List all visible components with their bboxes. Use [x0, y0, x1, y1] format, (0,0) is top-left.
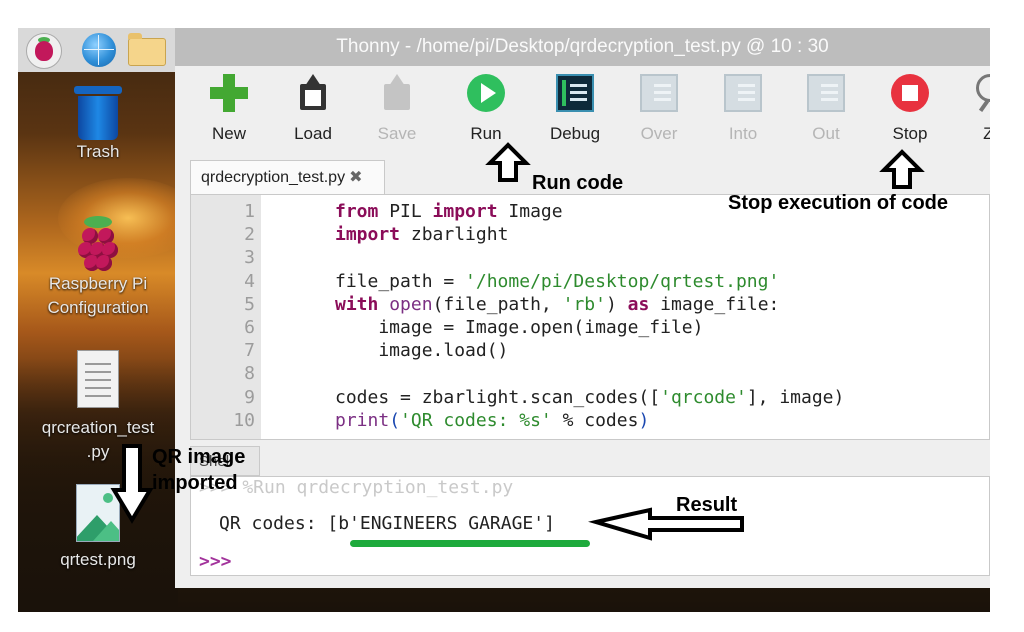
- run-arrow-icon: [485, 142, 531, 182]
- result-annotation: Result: [676, 494, 738, 516]
- qr-image-annotation-line2: imported: [152, 472, 238, 494]
- annotation-overlay: [110, 142, 925, 541]
- run-code-annotation: Run code: [532, 172, 624, 194]
- result-highlight-underline: [350, 540, 590, 547]
- stop-execution-annotation: Stop execution of code: [728, 192, 949, 214]
- qr-image-annotation-line1: QR image: [152, 446, 246, 468]
- stop-arrow-icon: [879, 149, 925, 189]
- qr-image-arrow-icon: [110, 444, 154, 524]
